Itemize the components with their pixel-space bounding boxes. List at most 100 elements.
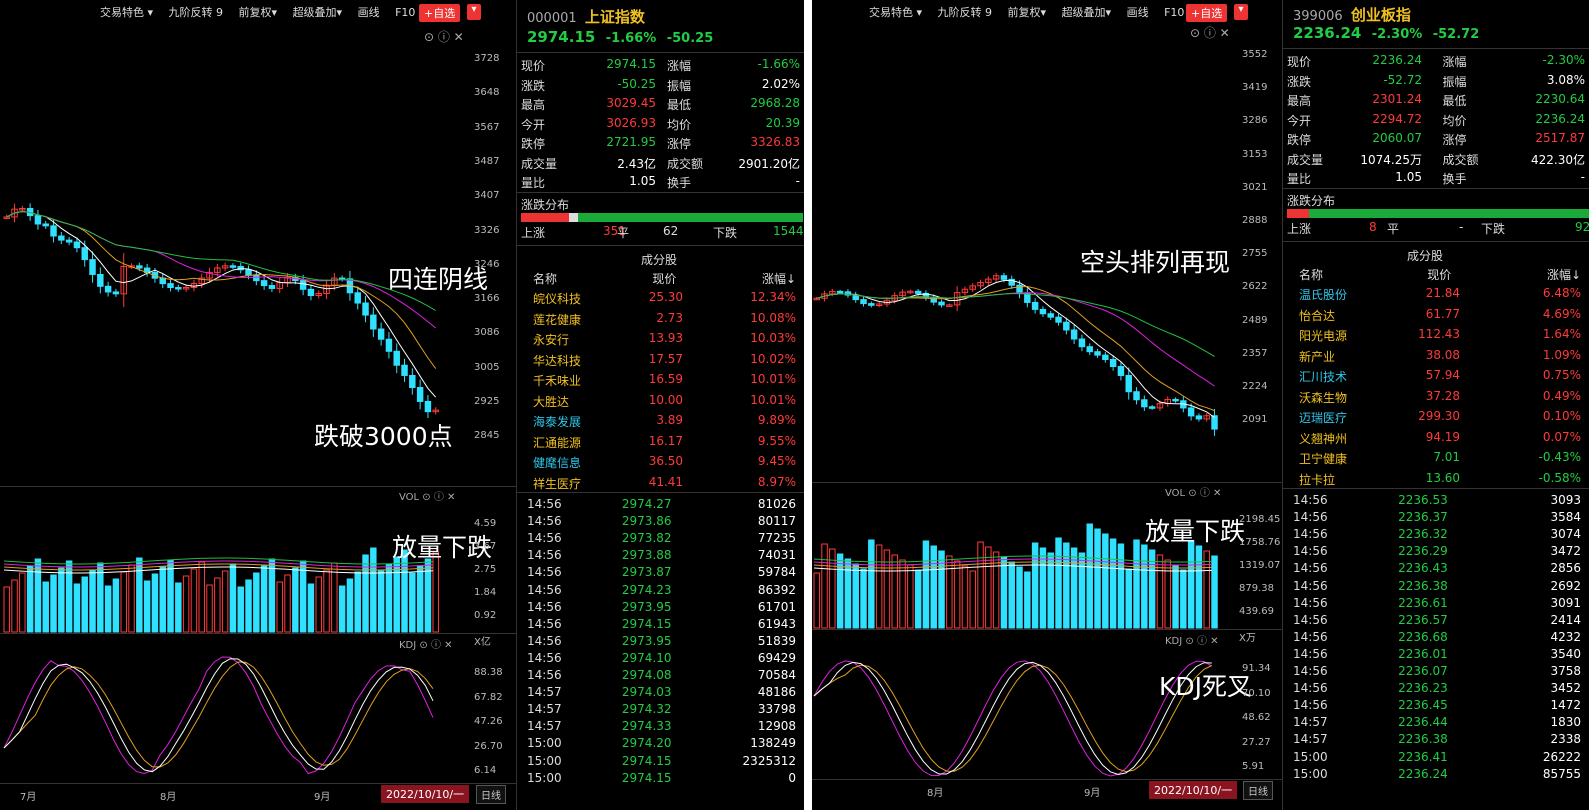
constituent-name[interactable]: 迈瑞医疗 — [1299, 409, 1347, 426]
constituent-name[interactable]: 华达科技 — [533, 352, 581, 369]
divider — [517, 192, 804, 193]
constituent-name[interactable]: 皖仪科技 — [533, 290, 581, 307]
axis-tick-label: 70.10 — [1242, 687, 1271, 699]
candle-body — [1211, 415, 1218, 430]
tick-price: 2236.61 — [1398, 595, 1448, 610]
candle-body — [81, 247, 88, 261]
stat-value: 422.30亿 — [1531, 152, 1585, 167]
constituent-name[interactable]: 义翘神州 — [1299, 430, 1347, 447]
constituent-name[interactable]: 祥生医疗 — [533, 475, 581, 492]
tick-time: 14:56 — [1293, 561, 1328, 576]
constituent-name[interactable]: 千禾味业 — [533, 372, 581, 389]
volume-bar — [182, 575, 190, 633]
dist-title: 涨跌分布 — [521, 198, 570, 212]
stat-label: 换手 — [667, 176, 692, 190]
divider — [517, 52, 804, 53]
tick-volume: 2414 — [1550, 612, 1581, 627]
constituent-name[interactable]: 沃森生物 — [1299, 389, 1347, 406]
constituent-name[interactable]: 海泰发展 — [533, 413, 581, 430]
constituent-name[interactable]: 莲花健康 — [533, 311, 581, 328]
volume-bar — [190, 568, 198, 633]
volume-bar — [409, 572, 416, 633]
constituent-name[interactable]: 阳光电源 — [1299, 327, 1347, 344]
stat-label: 最高 — [1287, 94, 1312, 108]
stat-value: 2517.87 — [1535, 131, 1585, 145]
constituent-name[interactable]: 温氏股份 — [1299, 286, 1347, 303]
stat-label: 涨跌 — [1287, 74, 1312, 89]
moving-average-line — [6, 210, 436, 311]
divider — [812, 779, 1282, 780]
tick-time: 14:56 — [527, 497, 562, 511]
col-header-pct[interactable]: 涨幅↓ — [762, 270, 796, 287]
stat-label: 量比 — [1287, 172, 1312, 186]
stat-label: 今开 — [1287, 113, 1312, 128]
constituent-price: 38.08 — [1425, 347, 1461, 362]
candle-body — [1102, 354, 1109, 360]
tick-time: 14:56 — [1293, 681, 1328, 696]
volume-bar — [891, 554, 898, 629]
volume-bar — [370, 547, 377, 633]
axis-tick-label: 47.26 — [474, 716, 503, 727]
tick-volume: 3091 — [1550, 595, 1581, 610]
candle-body — [1000, 275, 1008, 280]
candle-body — [136, 265, 143, 269]
stat-value: -2.30% — [1542, 53, 1585, 67]
period-button[interactable]: 日线 — [1243, 781, 1273, 800]
tick-volume: 3540 — [1550, 646, 1581, 661]
stat-label: 成交额 — [1442, 152, 1479, 167]
candle-body — [89, 259, 96, 275]
candle-body — [1187, 407, 1195, 417]
volume-bar — [961, 565, 969, 629]
volume-bar — [268, 558, 276, 633]
constituent-name[interactable]: 汇通能源 — [533, 434, 581, 451]
volume-bar — [120, 571, 127, 633]
volume-bar — [167, 559, 174, 633]
constituent-name[interactable]: 汇川技术 — [1299, 368, 1347, 385]
constituent-pct: 10.08% — [750, 310, 796, 325]
constituent-name[interactable]: 大胜达 — [533, 393, 569, 410]
tick-volume: 3452 — [1550, 681, 1581, 696]
constituent-price: 37.28 — [1425, 388, 1461, 403]
stat-label: 今开 — [521, 117, 546, 132]
col-header-price: 现价 — [1427, 268, 1452, 282]
tick-price: 2973.88 — [621, 548, 672, 563]
index-code: 399006 — [1293, 9, 1343, 24]
left-chart-panel[interactable]: 交易特色 ▾ 九阶反转 9 前复权▾ 超级叠加▾ 画线 F10 +自选 ▾ ⊙ … — [0, 0, 516, 810]
axis-tick-label: 88.38 — [474, 667, 503, 678]
tick-volume: 2856 — [1550, 561, 1581, 576]
candle-body — [58, 235, 65, 241]
right-chart-panel[interactable]: 交易特色 ▾ 九阶反转 9 前复权▾ 超级叠加▾ 画线 F10 +自选 ▾ ⊙ … — [812, 0, 1282, 810]
candle-body — [1078, 338, 1086, 348]
tick-price: 2236.57 — [1398, 612, 1448, 627]
tick-time: 14:56 — [1293, 510, 1328, 525]
constituent-name[interactable]: 怡合达 — [1299, 307, 1335, 324]
tick-price: 2236.45 — [1398, 698, 1448, 713]
tick-volume: 2338 — [1550, 732, 1581, 747]
volume-bar — [1156, 554, 1164, 629]
constituent-name[interactable]: 卫宁健康 — [1299, 450, 1347, 467]
candle-body — [299, 280, 307, 290]
constituent-pct: 1.64% — [1542, 327, 1581, 341]
constituent-price: 299.30 — [1418, 409, 1461, 423]
stat-value: 3026.93 — [606, 115, 656, 130]
axis-tick-label: 6.14 — [474, 765, 497, 776]
col-header-pct[interactable]: 涨幅↓ — [1547, 266, 1581, 283]
tick-time: 14:56 — [1293, 544, 1328, 559]
tick-time: 14:56 — [527, 650, 562, 665]
down-label: 下跌 — [713, 226, 738, 240]
volume-bar — [112, 578, 120, 633]
constituent-price: 61.77 — [1425, 306, 1461, 321]
constituent-name[interactable]: 健麾信息 — [533, 454, 581, 471]
constituent-price: 16.17 — [648, 433, 684, 448]
kdj-line — [3, 656, 434, 775]
stat-label: 最低 — [1442, 94, 1467, 108]
constituent-name[interactable]: 永安行 — [533, 331, 569, 348]
constituent-name[interactable]: 拉卡拉 — [1299, 471, 1335, 488]
period-button[interactable]: 日线 — [476, 785, 506, 804]
divider — [517, 245, 804, 246]
constituent-pct: -0.43% — [1538, 450, 1581, 464]
volume-bar — [136, 557, 143, 633]
constituent-name[interactable]: 新产业 — [1299, 348, 1335, 365]
stat-value: 2721.95 — [606, 135, 656, 149]
constituent-price: 10.00 — [648, 392, 684, 407]
